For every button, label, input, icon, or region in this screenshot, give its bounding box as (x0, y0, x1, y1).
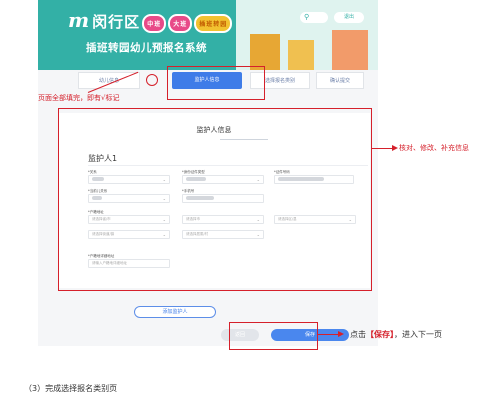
save-arrow (318, 334, 340, 335)
form-highlight-box (58, 108, 372, 291)
brand-logo: m 闵行区 中班 大班 插班转园 (68, 8, 233, 33)
logout-button[interactable]: 退出 (334, 12, 364, 23)
verify-note: 核对、修改、补充信息 (399, 144, 469, 152)
badge-mid: 中班 (142, 13, 167, 33)
active-tab-highlight (167, 66, 265, 100)
brand-title: 闵行区 (92, 13, 141, 31)
user-icon: ⚲ (304, 13, 310, 21)
header-banner: m 闵行区 中班 大班 插班转园 插班转园幼儿预报名系统 ⚲ 退出 (38, 0, 378, 70)
verify-arrow (372, 148, 394, 149)
banner-illustration (236, 0, 378, 70)
badge-big: 大班 (168, 13, 193, 33)
check-status-circle (146, 74, 158, 86)
system-subtitle: 插班转园幼儿预报名系统 (86, 42, 207, 54)
tab-confirm-submit[interactable]: 确认提交 (316, 72, 364, 89)
section-heading: （3）完成选择报名类别页 (24, 384, 118, 393)
badge-note: 插班转园 (194, 13, 233, 33)
click-save-note: 点击【保存】，进入下一页 (350, 330, 442, 339)
add-guardian-button[interactable]: 添加监护人 (134, 306, 216, 318)
fill-all-note: 页面全部填完，即有√标记 (38, 94, 120, 102)
user-menu-button[interactable]: ⚲ (300, 12, 328, 23)
save-highlight-box (229, 322, 318, 350)
